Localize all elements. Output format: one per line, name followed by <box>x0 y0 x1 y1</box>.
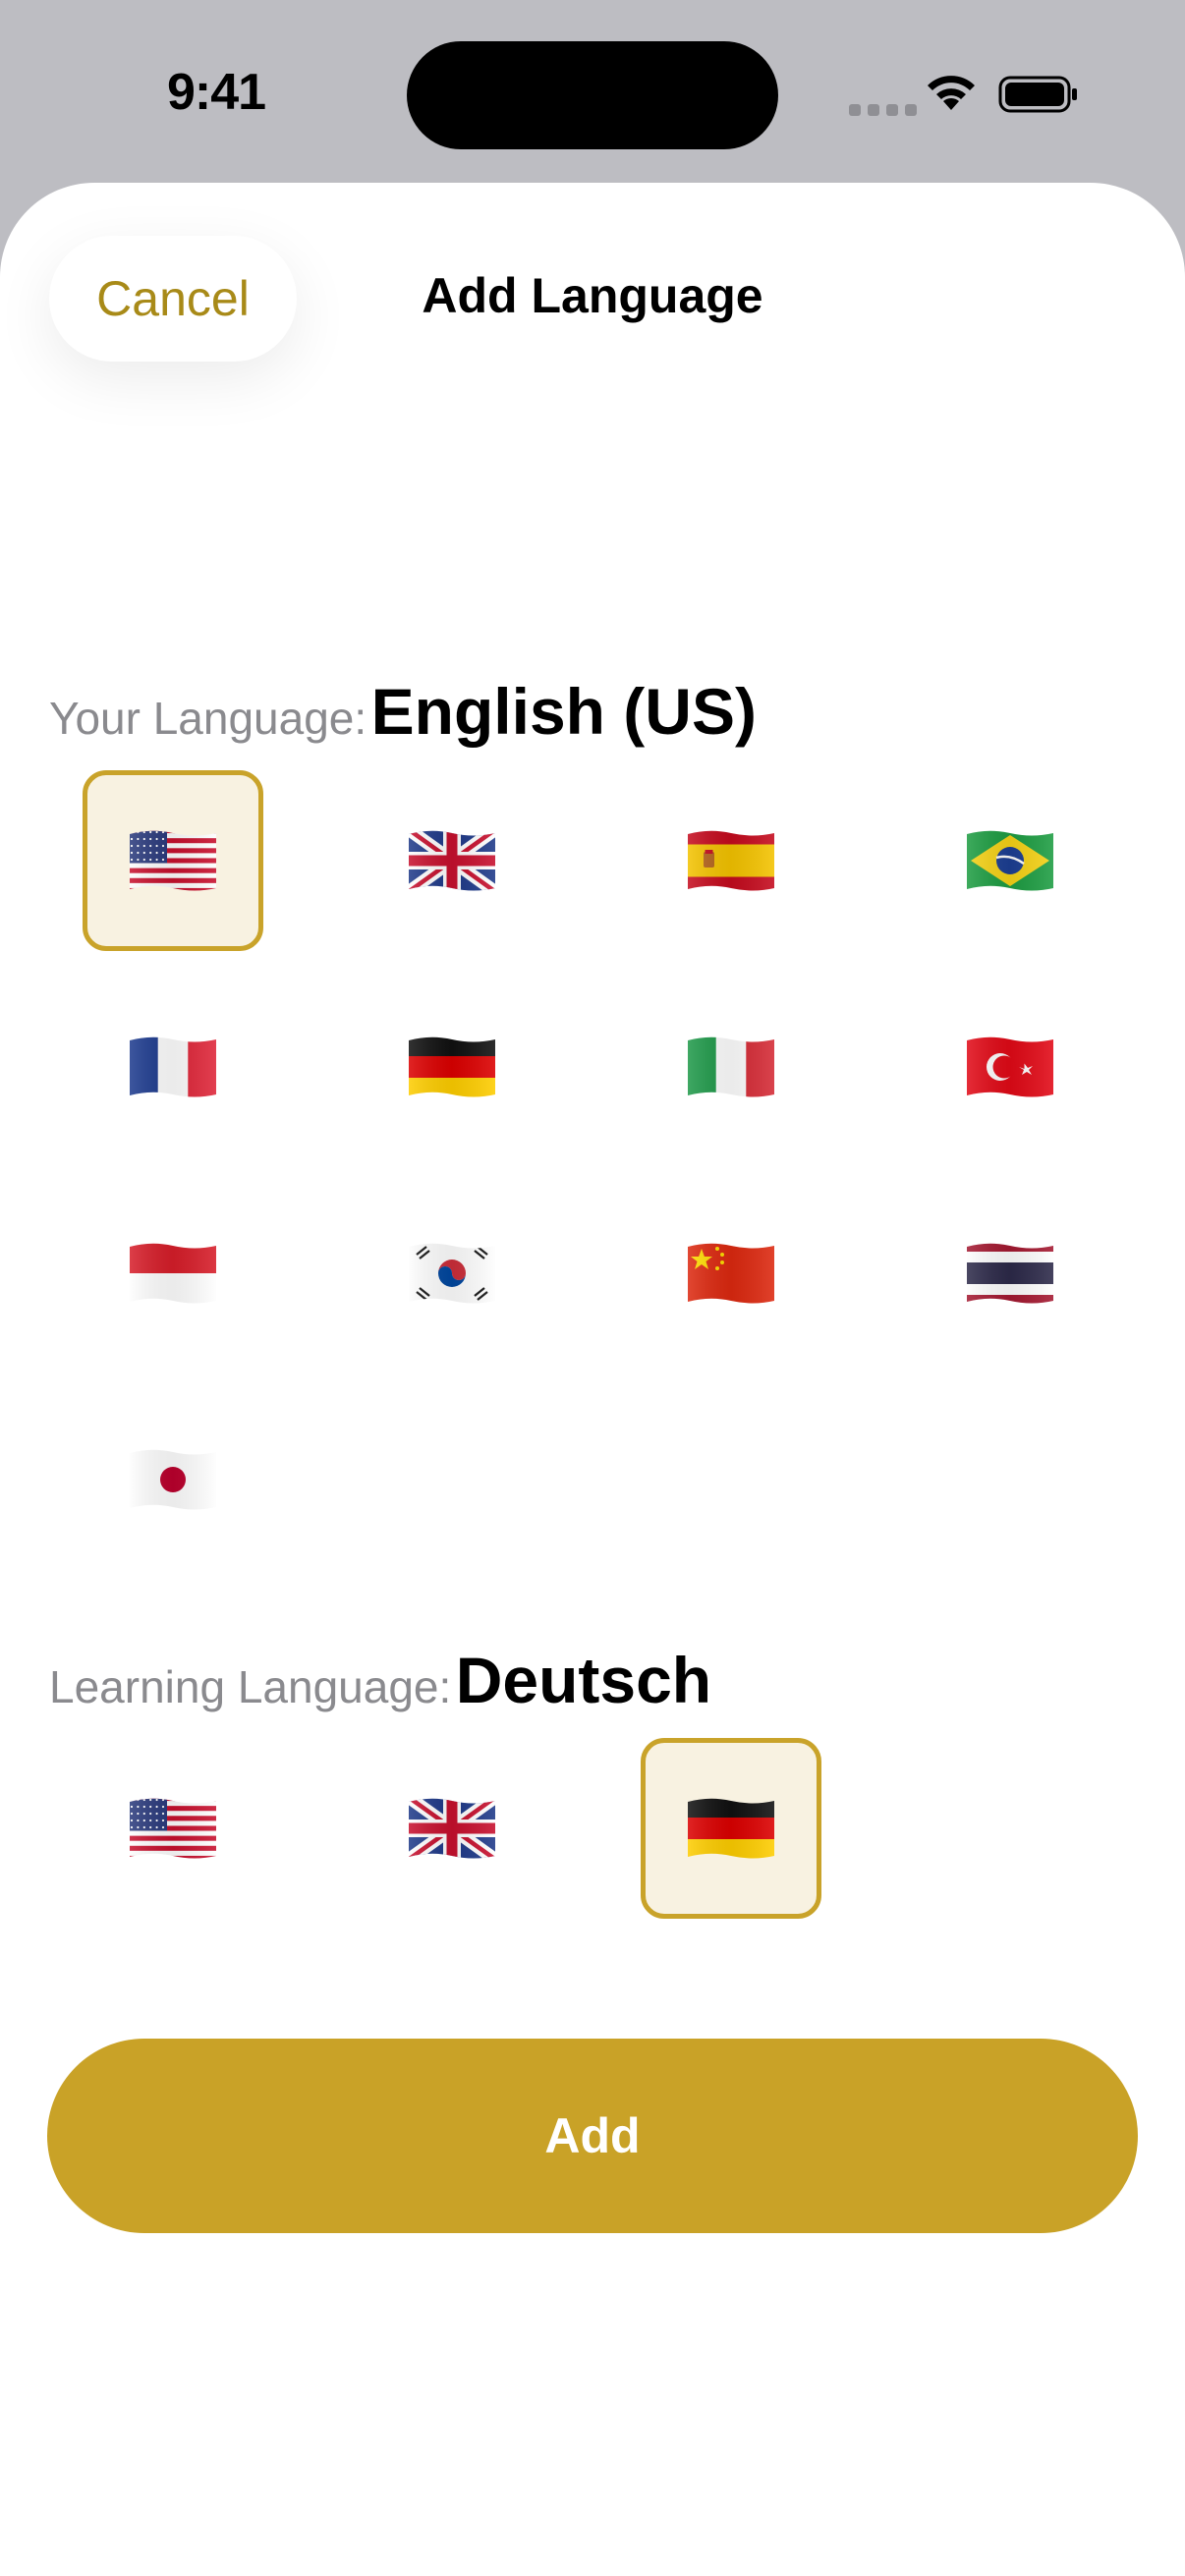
your-language-option-indonesia[interactable] <box>83 1183 263 1364</box>
your-language-option-turkey[interactable] <box>920 977 1100 1157</box>
turkey-flag-icon <box>967 1036 1053 1097</box>
spain-flag-icon <box>688 830 774 891</box>
your-language-value: English (US) <box>370 675 757 748</box>
your-language-option-france[interactable] <box>83 977 263 1157</box>
your-language-label: Your Language: <box>49 693 367 744</box>
page-title: Add Language <box>422 268 763 323</box>
your-language-option-thailand[interactable] <box>920 1183 1100 1364</box>
battery-icon <box>998 76 1077 113</box>
learning-language-value: Deutsch <box>455 1644 712 1716</box>
us-flag-icon <box>130 1798 216 1859</box>
wifi-icon <box>928 76 975 110</box>
your-language-option-spain[interactable] <box>641 770 821 951</box>
south-korea-flag-icon <box>409 1243 495 1304</box>
learning-language-heading: Learning Language: Deutsch <box>49 1643 711 1717</box>
germany-flag-icon <box>688 1798 774 1859</box>
your-language-option-italy[interactable] <box>641 977 821 1157</box>
your-language-option-brazil[interactable] <box>920 770 1100 951</box>
china-flag-icon <box>688 1243 774 1304</box>
learning-language-option-germany[interactable] <box>641 1738 821 1919</box>
your-language-option-us[interactable] <box>83 770 263 951</box>
your-language-option-germany[interactable] <box>362 977 542 1157</box>
learning-language-flag-grid <box>83 1738 1104 1919</box>
japan-flag-icon <box>130 1449 216 1510</box>
brazil-flag-icon <box>967 830 1053 891</box>
your-language-option-china[interactable] <box>641 1183 821 1364</box>
add-button[interactable]: Add <box>47 2039 1138 2233</box>
status-time: 9:41 <box>166 64 266 121</box>
your-language-option-uk[interactable] <box>362 770 542 951</box>
cancel-button[interactable]: Cancel <box>49 236 297 362</box>
your-language-option-south-korea[interactable] <box>362 1183 542 1364</box>
germany-flag-icon <box>409 1036 495 1097</box>
italy-flag-icon <box>688 1036 774 1097</box>
learning-language-option-us[interactable] <box>83 1738 263 1919</box>
uk-flag-icon <box>409 830 495 891</box>
france-flag-icon <box>130 1036 216 1097</box>
thailand-flag-icon <box>967 1243 1053 1304</box>
learning-language-option-uk[interactable] <box>362 1738 542 1919</box>
cellular-signal-icon <box>849 104 917 116</box>
indonesia-flag-icon <box>130 1243 216 1304</box>
your-language-option-japan[interactable] <box>83 1389 263 1570</box>
dynamic-island <box>407 41 778 149</box>
your-language-heading: Your Language: English (US) <box>49 674 757 749</box>
uk-flag-icon <box>409 1798 495 1859</box>
your-language-flag-grid <box>83 770 1104 1570</box>
us-flag-icon <box>130 830 216 891</box>
learning-language-label: Learning Language: <box>49 1661 452 1712</box>
status-bar: 9:41 <box>0 0 1185 183</box>
